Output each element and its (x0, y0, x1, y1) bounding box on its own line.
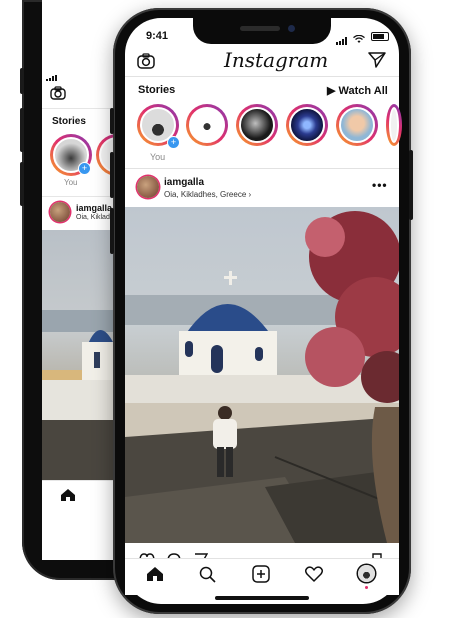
camera-icon[interactable] (50, 86, 66, 105)
story-1[interactable] (186, 104, 228, 146)
avatar[interactable] (137, 176, 159, 198)
back-phone-button (20, 108, 24, 152)
speaker (240, 26, 280, 31)
post-username[interactable]: iamgalla (76, 203, 112, 213)
power-button (409, 150, 413, 220)
add-story-icon[interactable]: + (78, 162, 91, 175)
avatar[interactable] (50, 202, 70, 222)
back-phone-button (20, 162, 24, 206)
profile-icon[interactable] (358, 565, 375, 582)
story-5[interactable] (386, 104, 402, 146)
more-options-icon[interactable]: ••• (372, 178, 388, 192)
post-location[interactable]: Oia, Kikladhes, Greece › (164, 190, 251, 199)
back-phone-button (20, 68, 24, 94)
stories-label: Stories (138, 84, 176, 96)
notch (193, 18, 331, 44)
post-photo[interactable] (125, 207, 399, 543)
add-story-icon[interactable]: + (167, 136, 180, 149)
story-4[interactable] (336, 104, 378, 146)
story-2[interactable] (236, 104, 278, 146)
search-icon[interactable] (199, 566, 216, 588)
home-indicator (215, 596, 309, 600)
volume-up-button (110, 152, 114, 198)
story-3[interactable] (286, 104, 328, 146)
signal-icon (46, 68, 60, 81)
notification-dot (365, 586, 368, 589)
watch-all-button[interactable]: ▶ Watch All (327, 84, 388, 97)
battery-icon (371, 32, 389, 41)
post-username[interactable]: iamgalla (164, 177, 204, 188)
your-story-label: You (64, 178, 78, 187)
post-location[interactable]: Oia, Kiklad (76, 214, 110, 221)
front-camera (288, 25, 295, 32)
your-story-label: You (150, 152, 166, 162)
home-icon[interactable] (146, 566, 164, 587)
volume-down-button (110, 208, 114, 254)
app-logo: Instagram (224, 48, 329, 72)
mute-switch (110, 108, 114, 134)
status-time: 9:41 (146, 30, 169, 42)
paper-plane-icon[interactable] (368, 52, 386, 73)
camera-icon[interactable] (137, 53, 155, 74)
stories-label: Stories (52, 116, 86, 127)
heart-icon[interactable] (304, 566, 324, 587)
home-icon[interactable] (60, 488, 76, 507)
add-post-icon[interactable] (252, 565, 270, 588)
